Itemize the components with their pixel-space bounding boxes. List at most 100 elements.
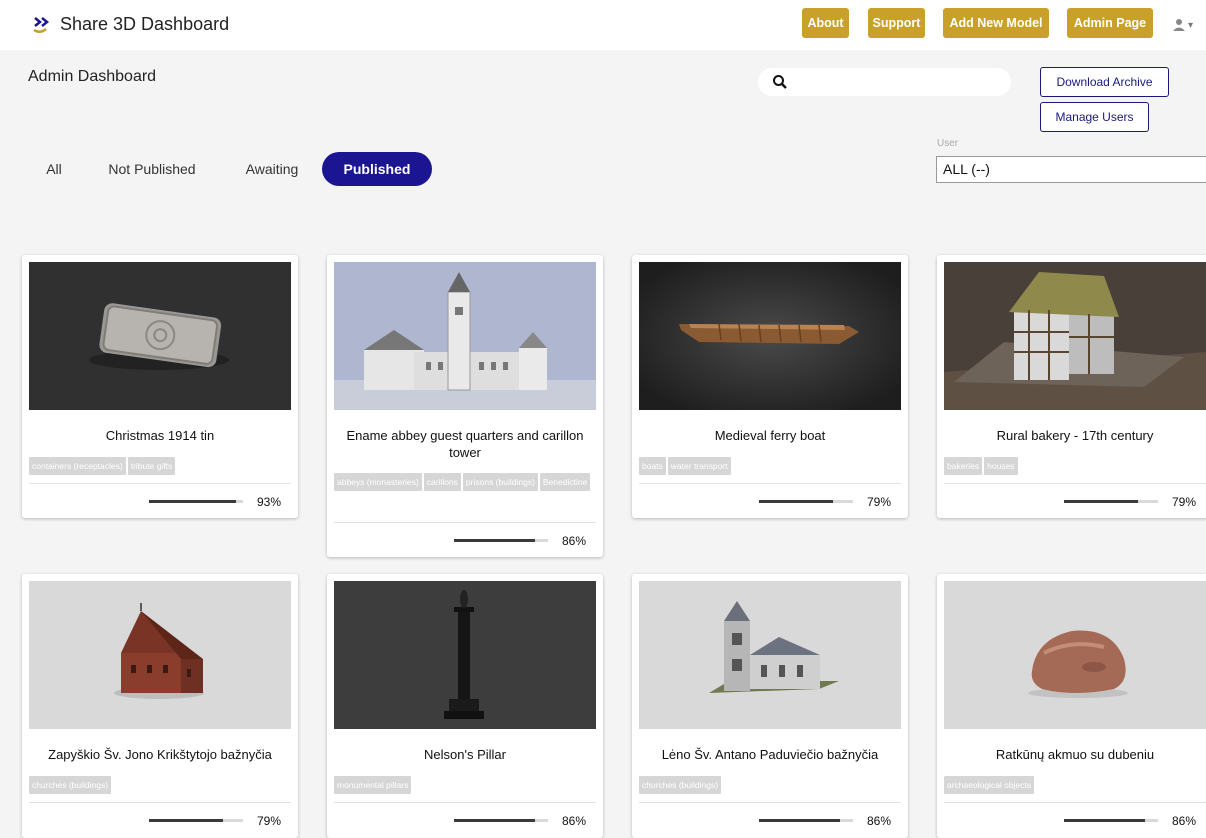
tag[interactable]: abbeys (monasteries) xyxy=(334,473,422,491)
progress-bar xyxy=(454,819,548,822)
tag[interactable]: bakeries xyxy=(944,457,983,475)
model-title: Medieval ferry boat xyxy=(714,428,826,443)
divider xyxy=(944,802,1206,803)
top-navbar: Share 3D Dashboard About Support Add New… xyxy=(0,0,1206,50)
user-filter-select[interactable]: ALL (--) xyxy=(936,156,1206,183)
model-card[interactable]: Lėno Šv. Antano Paduviečio bažnyčia chur… xyxy=(632,574,908,838)
divider xyxy=(944,483,1206,484)
divider xyxy=(334,522,596,523)
progress-percent: 86% xyxy=(1172,814,1197,828)
support-button[interactable]: Support xyxy=(868,8,925,38)
tag[interactable]: water transport xyxy=(667,457,731,475)
chevron-down-icon: ▾ xyxy=(1188,19,1194,31)
page-title: Admin Dashboard xyxy=(28,68,157,85)
progress-percent: 79% xyxy=(867,495,892,509)
progress-bar xyxy=(149,500,243,503)
app-title: Share 3D Dashboard xyxy=(60,13,230,34)
progress-percent: 79% xyxy=(1172,495,1197,509)
model-title: Ratkūnų akmuo su dubeniu xyxy=(995,747,1155,762)
progress-percent: 86% xyxy=(562,814,587,828)
about-button[interactable]: About xyxy=(802,8,849,38)
progress-percent: 79% xyxy=(257,814,282,828)
model-card[interactable]: Medieval ferry boat boats water transpor… xyxy=(632,255,908,518)
tag-list: boats water transport xyxy=(639,457,901,475)
model-thumbnail[interactable] xyxy=(944,262,1206,410)
progress-bar xyxy=(1064,500,1158,503)
model-card[interactable]: Rural bakery - 17th century bakeries hou… xyxy=(937,255,1206,518)
tag[interactable]: churches (buildings) xyxy=(639,776,722,794)
progress-bar xyxy=(759,819,853,822)
tag[interactable]: tribute gifts xyxy=(127,457,176,475)
share3d-logo-icon xyxy=(33,17,50,33)
tag[interactable]: containers (receptacles) xyxy=(29,457,126,475)
progress-fill xyxy=(759,500,834,503)
model-card[interactable]: Ratkūnų akmuo su dubeniu archaeological … xyxy=(937,574,1206,838)
tab-not-published[interactable]: Not Published xyxy=(102,152,202,186)
model-card[interactable]: Christmas 1914 tin containers (receptacl… xyxy=(22,255,298,518)
progress-fill xyxy=(454,819,535,822)
tab-awaiting[interactable]: Awaiting xyxy=(238,152,306,186)
model-thumbnail[interactable] xyxy=(29,581,291,729)
tag[interactable]: prisons (buildings) xyxy=(462,473,538,491)
model-thumbnail[interactable] xyxy=(639,581,901,729)
model-title: Lėno Šv. Antano Paduviečio bažnyčia xyxy=(661,747,879,762)
add-new-model-button[interactable]: Add New Model xyxy=(943,8,1049,38)
model-card[interactable]: Zapyškio Šv. Jono Krikštytojo bažnyčia c… xyxy=(22,574,298,838)
tag-list: containers (receptacles) tribute gifts xyxy=(29,457,291,475)
model-thumbnail[interactable] xyxy=(639,262,901,410)
tag[interactable]: houses xyxy=(984,457,1018,475)
model-thumbnail[interactable] xyxy=(334,262,596,410)
model-title: Zapyškio Šv. Jono Krikštytojo bažnyčia xyxy=(48,747,272,762)
tag[interactable]: carillons xyxy=(423,473,461,491)
search-input[interactable] xyxy=(758,68,1011,96)
user-filter-label: User xyxy=(937,138,959,149)
download-archive-button[interactable]: Download Archive xyxy=(1040,67,1169,97)
tag[interactable]: monumental pillars xyxy=(334,776,412,794)
progress-percent: 93% xyxy=(257,495,282,509)
tag-list: churches (buildings) xyxy=(29,776,291,794)
model-thumbnail[interactable] xyxy=(334,581,596,729)
model-title: Nelson's Pillar xyxy=(424,747,506,762)
progress-bar xyxy=(149,819,243,822)
progress-bar xyxy=(759,500,853,503)
progress-fill xyxy=(1064,819,1145,822)
tag[interactable]: Benedictine xyxy=(539,473,591,491)
tab-published[interactable]: Published xyxy=(322,152,432,186)
divider xyxy=(29,802,291,803)
progress-bar xyxy=(1064,819,1158,822)
progress-fill xyxy=(1064,500,1139,503)
divider xyxy=(639,483,901,484)
manage-users-button[interactable]: Manage Users xyxy=(1040,102,1149,132)
tag[interactable]: archaeological objects xyxy=(944,776,1035,794)
tag[interactable]: churches (buildings) xyxy=(29,776,112,794)
tag-list: abbeys (monasteries) carillons prisons (… xyxy=(334,473,596,491)
model-title: Rural bakery - 17th century xyxy=(996,428,1154,443)
tag-list: churches (buildings) xyxy=(639,776,901,794)
model-thumbnail[interactable] xyxy=(29,262,291,410)
progress-percent: 86% xyxy=(562,534,587,548)
tag-list: archaeological objects xyxy=(944,776,1206,794)
tag-list: monumental pillars xyxy=(334,776,596,794)
progress-fill xyxy=(149,500,237,503)
divider xyxy=(29,483,291,484)
admin-page-button[interactable]: Admin Page xyxy=(1067,8,1153,38)
tag[interactable]: boats xyxy=(639,457,666,475)
progress-percent: 86% xyxy=(867,814,892,828)
divider xyxy=(639,802,901,803)
model-card[interactable]: Ename abbey guest quarters and carillon … xyxy=(327,255,603,557)
model-title: Ename abbey guest quarters and carillon … xyxy=(346,428,584,460)
user-menu[interactable]: ▾ xyxy=(1172,14,1196,36)
model-card[interactable]: Nelson's Pillar monumental pillars 86% xyxy=(327,574,603,838)
progress-fill xyxy=(454,539,535,542)
progress-fill xyxy=(149,819,224,822)
divider xyxy=(334,802,596,803)
tag-list: bakeries houses xyxy=(944,457,1206,475)
progress-fill xyxy=(759,819,840,822)
model-thumbnail[interactable] xyxy=(944,581,1206,729)
tab-all[interactable]: All xyxy=(40,152,68,186)
search-icon xyxy=(773,75,787,89)
brand[interactable]: Share 3D Dashboard xyxy=(32,12,229,36)
model-title: Christmas 1914 tin xyxy=(105,428,215,443)
user-icon xyxy=(1173,19,1185,31)
progress-bar xyxy=(454,539,548,542)
